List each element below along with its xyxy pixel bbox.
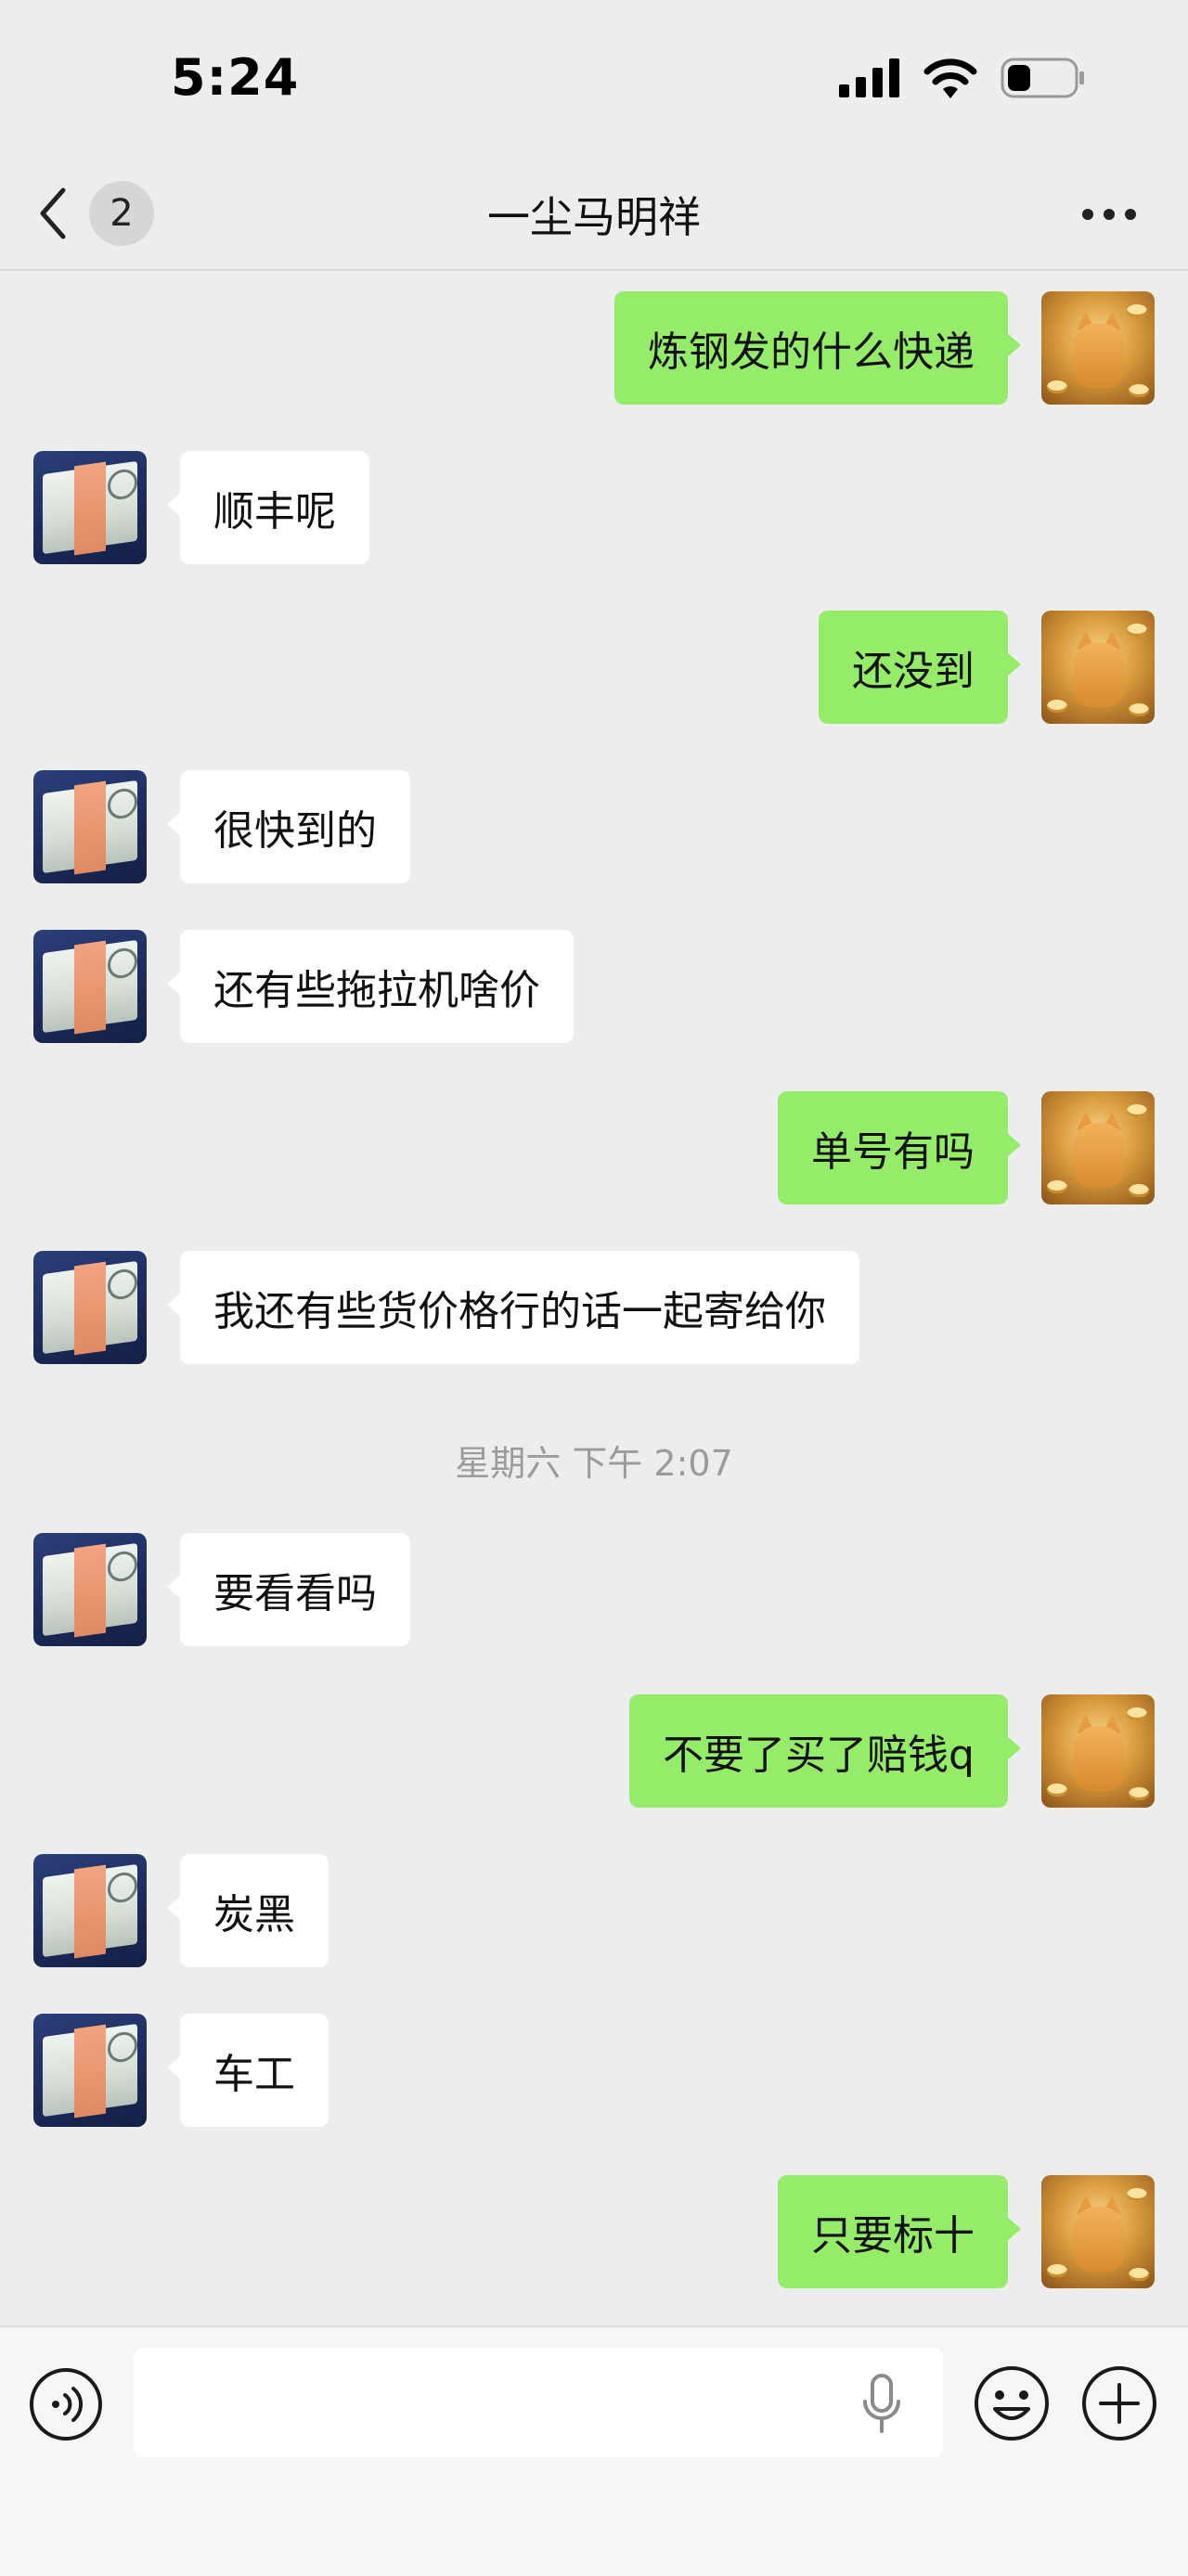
more-button[interactable] — [1077, 191, 1142, 238]
incoming-message-bubble[interactable]: 我还有些货价格行的话一起寄给你 — [167, 1251, 859, 1364]
outgoing-message-bubble[interactable]: 不要了买了赔钱q — [629, 1694, 1021, 1808]
contact-avatar[interactable] — [33, 1251, 147, 1364]
signal-icon — [839, 58, 899, 97]
contact-avatar[interactable] — [33, 451, 147, 564]
contact-avatar[interactable] — [33, 1533, 147, 1646]
my-avatar[interactable] — [1041, 611, 1155, 724]
more-dots-icon — [1082, 209, 1136, 220]
message-row: 炭黑 — [0, 1854, 1188, 1967]
message-row: 还没到 — [0, 611, 1188, 724]
contact-avatar[interactable] — [33, 2014, 147, 2127]
input-bar — [0, 2325, 1188, 2576]
incoming-message-bubble[interactable]: 炭黑 — [167, 1854, 329, 1967]
message-row: 我还有些货价格行的话一起寄给你 — [0, 1251, 1188, 1364]
wifi-icon — [923, 58, 977, 98]
incoming-message-bubble[interactable]: 很快到的 — [167, 770, 410, 883]
outgoing-message-bubble[interactable]: 炼钢发的什么快递 — [614, 291, 1021, 405]
message-input[interactable] — [134, 2348, 943, 2457]
incoming-message-bubble[interactable]: 要看看吗 — [167, 1533, 410, 1646]
outgoing-message-bubble[interactable]: 只要标十 — [778, 2175, 1021, 2288]
microphone-icon[interactable] — [854, 2372, 910, 2437]
message-list[interactable]: 炼钢发的什么快递 顺丰呢 还没到 很快到的 还有些拖拉机啥价 单号有吗 我还有些… — [0, 271, 1188, 2325]
message-row: 很快到的 — [0, 770, 1188, 883]
message-row: 还有些拖拉机啥价 — [0, 930, 1188, 1043]
contact-avatar[interactable] — [33, 930, 147, 1043]
message-row: 单号有吗 — [0, 1091, 1188, 1204]
message-row: 要看看吗 — [0, 1533, 1188, 1646]
incoming-message-bubble[interactable]: 车工 — [167, 2014, 329, 2127]
status-bar: 5:24 — [0, 0, 1188, 158]
emoji-icon[interactable] — [973, 2364, 1051, 2442]
outgoing-message-bubble[interactable]: 单号有吗 — [778, 1091, 1021, 1204]
status-time: 5:24 — [171, 48, 300, 107]
message-row: 顺丰呢 — [0, 451, 1188, 564]
incoming-message-bubble[interactable]: 还有些拖拉机啥价 — [167, 930, 574, 1043]
my-avatar[interactable] — [1041, 2175, 1155, 2288]
plus-circle-icon[interactable] — [1080, 2364, 1158, 2442]
my-avatar[interactable] — [1041, 1694, 1155, 1808]
message-row: 车工 — [0, 2014, 1188, 2127]
chat-title: 一尘马明祥 — [487, 192, 701, 242]
status-icons — [839, 58, 1086, 98]
chat-header: 2 一尘马明祥 — [0, 158, 1188, 271]
message-row: 不要了买了赔钱q — [0, 1694, 1188, 1808]
voice-mode-icon[interactable] — [28, 2366, 104, 2442]
my-avatar[interactable] — [1041, 1091, 1155, 1204]
contact-avatar[interactable] — [33, 1854, 147, 1967]
my-avatar[interactable] — [1041, 291, 1155, 405]
outgoing-message-bubble[interactable]: 还没到 — [819, 611, 1021, 724]
contact-avatar[interactable] — [33, 770, 147, 883]
message-row: 炼钢发的什么快递 — [0, 291, 1188, 405]
message-timestamp: 星期六 下午 2:07 — [455, 1443, 733, 1484]
message-row: 只要标十 — [0, 2175, 1188, 2288]
incoming-message-bubble[interactable]: 顺丰呢 — [167, 451, 369, 564]
battery-icon — [1001, 58, 1084, 98]
